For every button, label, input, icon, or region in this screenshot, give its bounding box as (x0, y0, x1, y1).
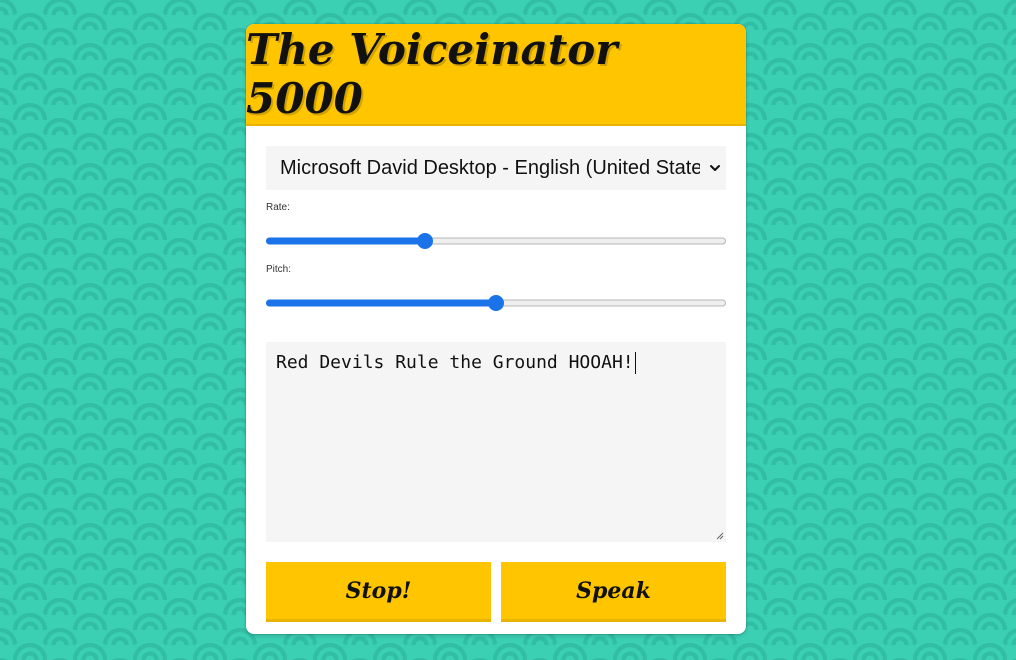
voice-select[interactable]: Microsoft David Desktop - English (Unite… (266, 146, 726, 190)
app-title: The Voiceinator 5000 (246, 24, 746, 126)
stop-button[interactable]: Stop! (266, 562, 491, 622)
speech-text-value: Red Devils Rule the Ground HOOAH! (276, 352, 634, 373)
resize-grip-icon[interactable] (714, 530, 724, 540)
rate-slider-thumb[interactable] (416, 233, 433, 249)
controls: Microsoft David Desktop - English (Unite… (246, 126, 746, 622)
rate-label: Rate: (266, 202, 290, 213)
voiceinator-panel: The Voiceinator 5000 Microsoft David Des… (246, 24, 746, 634)
pitch-slider-fill (266, 299, 496, 307)
button-row: Stop! Speak (266, 562, 726, 622)
pitch-slider-thumb[interactable] (488, 295, 504, 311)
text-caret (634, 352, 636, 374)
rate-slider[interactable] (266, 230, 726, 252)
pitch-label: Pitch: (266, 264, 292, 275)
rate-slider-fill (266, 237, 425, 245)
pitch-slider[interactable] (266, 292, 726, 314)
voice-select-value: Microsoft David Desktop - English (Unite… (280, 156, 700, 179)
speech-text-input[interactable]: Red Devils Rule the Ground HOOAH! (266, 342, 726, 542)
chevron-down-icon (710, 165, 720, 171)
speak-button[interactable]: Speak (501, 562, 726, 622)
